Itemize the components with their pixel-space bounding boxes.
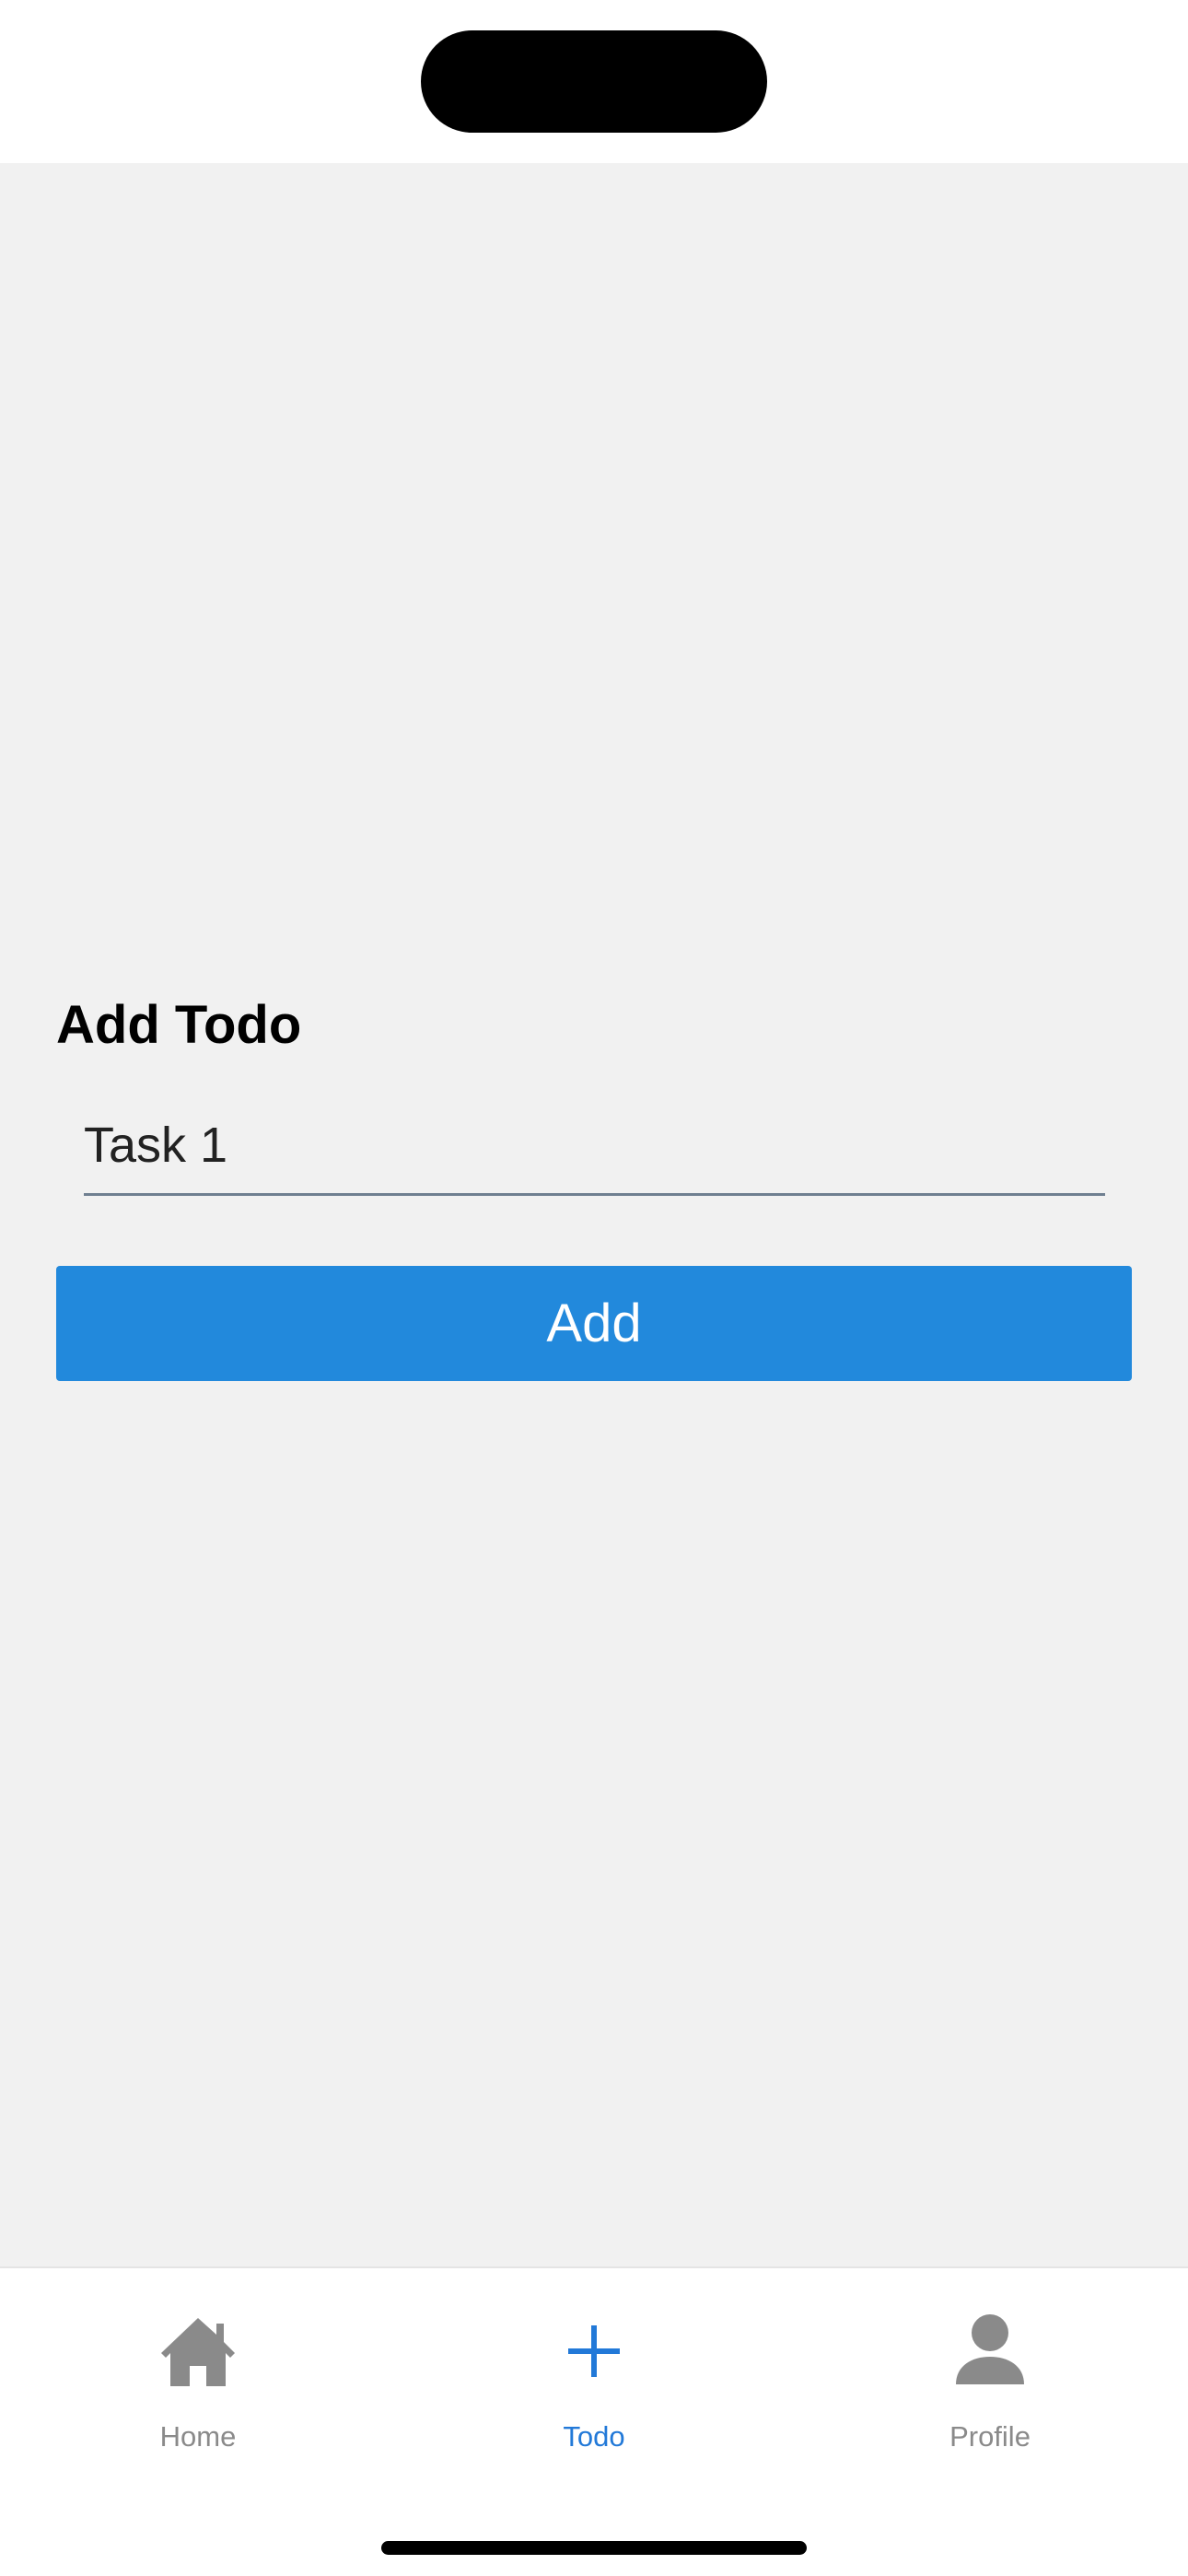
person-icon xyxy=(956,2314,1024,2384)
tab-label: Profile xyxy=(949,2420,1031,2453)
todo-input[interactable] xyxy=(84,1096,1105,1196)
tab-bar: Home Todo Profile xyxy=(0,2266,1188,2576)
dynamic-island xyxy=(421,30,767,133)
tab-label: Home xyxy=(159,2420,237,2453)
home-icon xyxy=(161,2318,235,2386)
status-bar xyxy=(0,0,1188,163)
home-indicator xyxy=(381,2541,807,2555)
tab-home[interactable]: Home xyxy=(0,2268,396,2499)
tab-profile[interactable]: Profile xyxy=(792,2268,1188,2499)
page-title: Add Todo xyxy=(56,995,302,1055)
main-content xyxy=(0,163,1188,2266)
add-button[interactable]: Add xyxy=(56,1266,1132,1381)
plus-icon xyxy=(568,2325,620,2377)
tab-todo[interactable]: Todo xyxy=(396,2268,792,2499)
tab-label: Todo xyxy=(563,2420,625,2453)
